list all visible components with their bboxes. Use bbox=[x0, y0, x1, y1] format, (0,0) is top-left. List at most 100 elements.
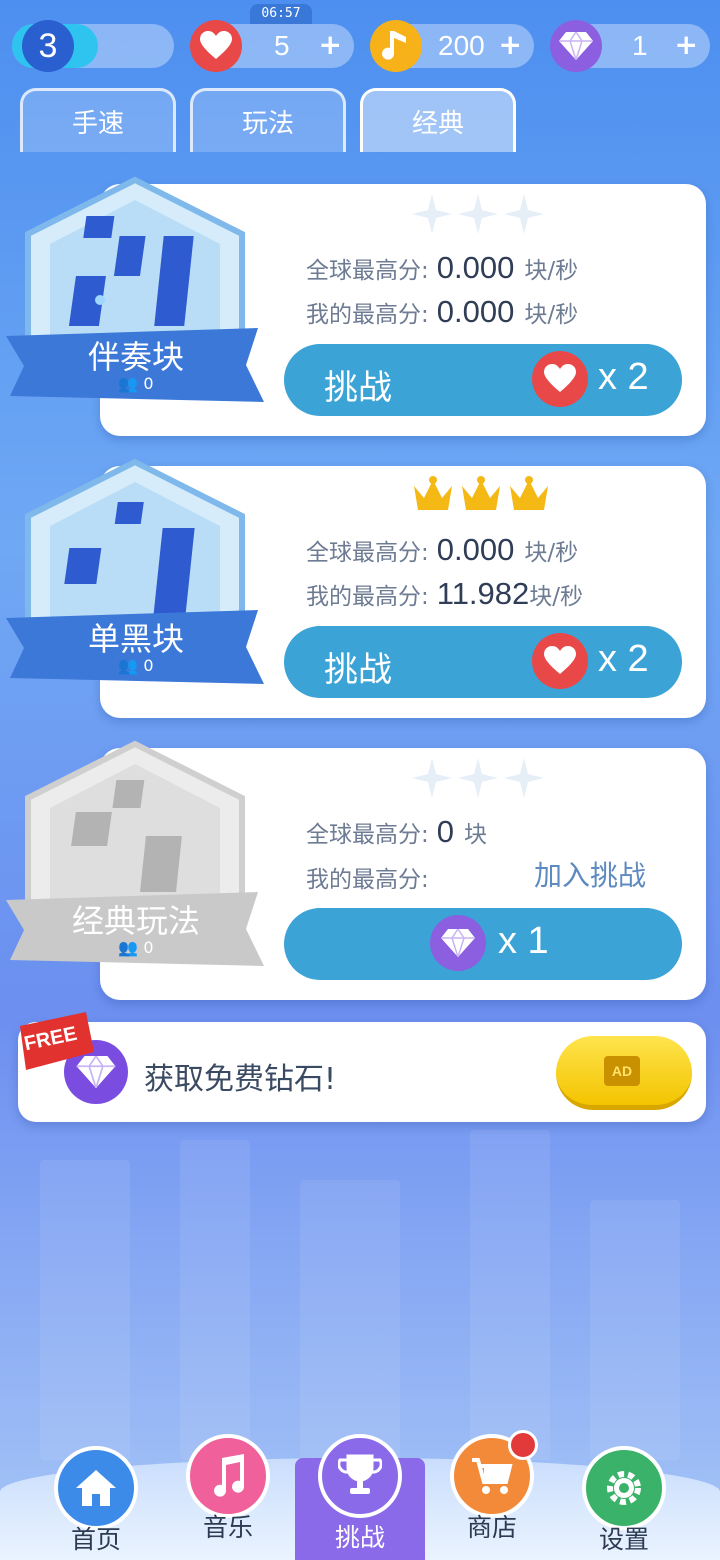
crown-icon bbox=[414, 476, 452, 510]
mode-ribbon: 伴奏块 👥 0 bbox=[6, 328, 266, 402]
mode-ribbon: 单黑块 👥 0 bbox=[6, 610, 266, 684]
players-icon: 👥 bbox=[118, 374, 144, 393]
cost-value: x 1 bbox=[498, 920, 549, 962]
challenge-label: 挑战 bbox=[324, 368, 392, 408]
nav-music[interactable]: 音乐 bbox=[168, 1434, 288, 1544]
crown-icon bbox=[462, 476, 500, 510]
challenge-button[interactable]: 挑战 x 2 bbox=[284, 344, 682, 416]
my-best-score: 0.000 bbox=[436, 294, 515, 329]
players-icon: 👥 bbox=[118, 938, 144, 957]
level-pill: 3 bbox=[12, 20, 174, 72]
global-best-unit: 块/秒 bbox=[524, 540, 579, 566]
nav-shop-label: 商店 bbox=[466, 1513, 517, 1542]
challenge-button[interactable]: 挑战 x 2 bbox=[284, 626, 682, 698]
ad-icon: AD bbox=[604, 1056, 640, 1086]
crown-rating bbox=[412, 476, 550, 514]
star-rating bbox=[412, 194, 544, 234]
global-best-score: 0.000 bbox=[436, 532, 515, 567]
level-value: 3 bbox=[38, 26, 58, 65]
crown-icon bbox=[510, 476, 548, 510]
mode-name: 经典玩法 bbox=[71, 902, 200, 940]
players-value: 0 bbox=[143, 374, 154, 393]
star-rating bbox=[412, 758, 544, 798]
background-building bbox=[590, 1200, 680, 1460]
level-badge: 3 bbox=[22, 20, 74, 72]
diamonds-pill[interactable]: 1 + bbox=[550, 20, 710, 72]
mode-name: 单黑块 bbox=[87, 620, 184, 658]
background-building bbox=[40, 1160, 130, 1460]
heart-icon bbox=[190, 20, 242, 72]
empty-star-icon bbox=[458, 194, 498, 234]
hearts-value: 5 bbox=[274, 30, 290, 61]
my-best-row: 我的最高分: 11.982块/秒 bbox=[306, 576, 583, 612]
background-building bbox=[300, 1180, 400, 1460]
global-best-row: 全球最高分: 0 块 bbox=[306, 814, 487, 850]
nav-settings[interactable]: 设置 bbox=[564, 1446, 684, 1556]
players-value: 0 bbox=[143, 656, 154, 675]
mode-badge-single-black: 单黑块 👥 0 bbox=[6, 458, 266, 698]
global-best-unit: 块 bbox=[464, 822, 487, 848]
empty-star-icon bbox=[412, 758, 452, 798]
music-note-icon bbox=[370, 20, 422, 72]
unlock-button[interactable]: x 1 bbox=[284, 908, 682, 980]
global-best-label: 全球最高分: bbox=[306, 822, 429, 848]
nav-settings-label: 设置 bbox=[598, 1525, 649, 1554]
global-best-row: 全球最高分: 0.000 块/秒 bbox=[306, 250, 578, 286]
notes-pill[interactable]: 200 + bbox=[370, 20, 534, 72]
nav-music-label: 音乐 bbox=[202, 1513, 253, 1542]
add-hearts-button[interactable]: + bbox=[319, 28, 342, 61]
empty-star-icon bbox=[458, 758, 498, 798]
cost-value: x 2 bbox=[598, 356, 649, 398]
challenge-label: 挑战 bbox=[324, 650, 392, 690]
players-count: 👥 0 bbox=[6, 374, 266, 393]
add-diamonds-button[interactable]: + bbox=[675, 28, 698, 61]
mode-ribbon: 经典玩法 👥 0 bbox=[6, 892, 266, 966]
free-diamonds-text: 获取免费钻石! bbox=[144, 1062, 337, 1097]
my-best-label: 我的最高分: bbox=[306, 867, 429, 893]
background-building bbox=[180, 1140, 250, 1460]
heart-icon bbox=[532, 351, 588, 407]
watch-ad-button[interactable]: AD bbox=[556, 1036, 692, 1110]
empty-star-icon bbox=[504, 194, 544, 234]
global-best-row: 全球最高分: 0.000 块/秒 bbox=[306, 532, 578, 568]
clock: 06:57 bbox=[250, 4, 312, 24]
cost-value: x 2 bbox=[598, 638, 649, 680]
my-best-unit: 块/秒 bbox=[529, 584, 584, 610]
players-count: 👥 0 bbox=[6, 656, 266, 675]
players-value: 0 bbox=[143, 938, 154, 957]
my-best-label: 我的最高分: bbox=[306, 302, 429, 328]
nav-challenge[interactable]: 挑战 bbox=[295, 1434, 425, 1560]
global-best-label: 全球最高分: bbox=[306, 540, 429, 566]
nav-home[interactable]: 首页 bbox=[36, 1446, 156, 1556]
add-notes-button[interactable]: + bbox=[499, 28, 522, 61]
notes-value: 200 bbox=[438, 30, 485, 61]
my-best-row: 我的最高分: bbox=[306, 860, 429, 894]
gear-icon bbox=[582, 1446, 666, 1530]
global-best-score: 0 bbox=[436, 814, 454, 849]
mode-badge-classic: 经典玩法 👥 0 bbox=[6, 740, 266, 980]
heart-icon bbox=[532, 633, 588, 689]
nav-home-label: 首页 bbox=[70, 1525, 121, 1554]
diamond-icon bbox=[430, 915, 486, 971]
music-note-icon bbox=[186, 1434, 270, 1518]
home-icon bbox=[54, 1446, 138, 1530]
background-building bbox=[470, 1130, 550, 1460]
resource-bar: 06:57 3 5 + 200 + 1 + bbox=[0, 0, 720, 80]
nav-challenge-label: 挑战 bbox=[334, 1523, 385, 1552]
tab-gameplay[interactable]: 玩法 bbox=[190, 88, 346, 152]
diamond-icon bbox=[550, 20, 602, 72]
hearts-pill[interactable]: 5 + bbox=[190, 20, 354, 72]
global-best-unit: 块/秒 bbox=[524, 258, 579, 284]
my-best-row: 我的最高分: 0.000 块/秒 bbox=[306, 294, 578, 330]
diamonds-value: 1 bbox=[632, 30, 648, 61]
join-challenge-text: 加入挑战 bbox=[534, 859, 647, 892]
global-best-label: 全球最高分: bbox=[306, 258, 429, 284]
tab-speed[interactable]: 手速 bbox=[20, 88, 176, 152]
notification-dot bbox=[508, 1430, 538, 1460]
tab-classic[interactable]: 经典 bbox=[360, 88, 516, 152]
global-best-score: 0.000 bbox=[436, 250, 515, 285]
trophy-icon bbox=[318, 1434, 402, 1518]
empty-star-icon bbox=[412, 194, 452, 234]
mode-badge-accompaniment: 伴奏块 👥 0 bbox=[6, 176, 266, 416]
empty-star-icon bbox=[504, 758, 544, 798]
